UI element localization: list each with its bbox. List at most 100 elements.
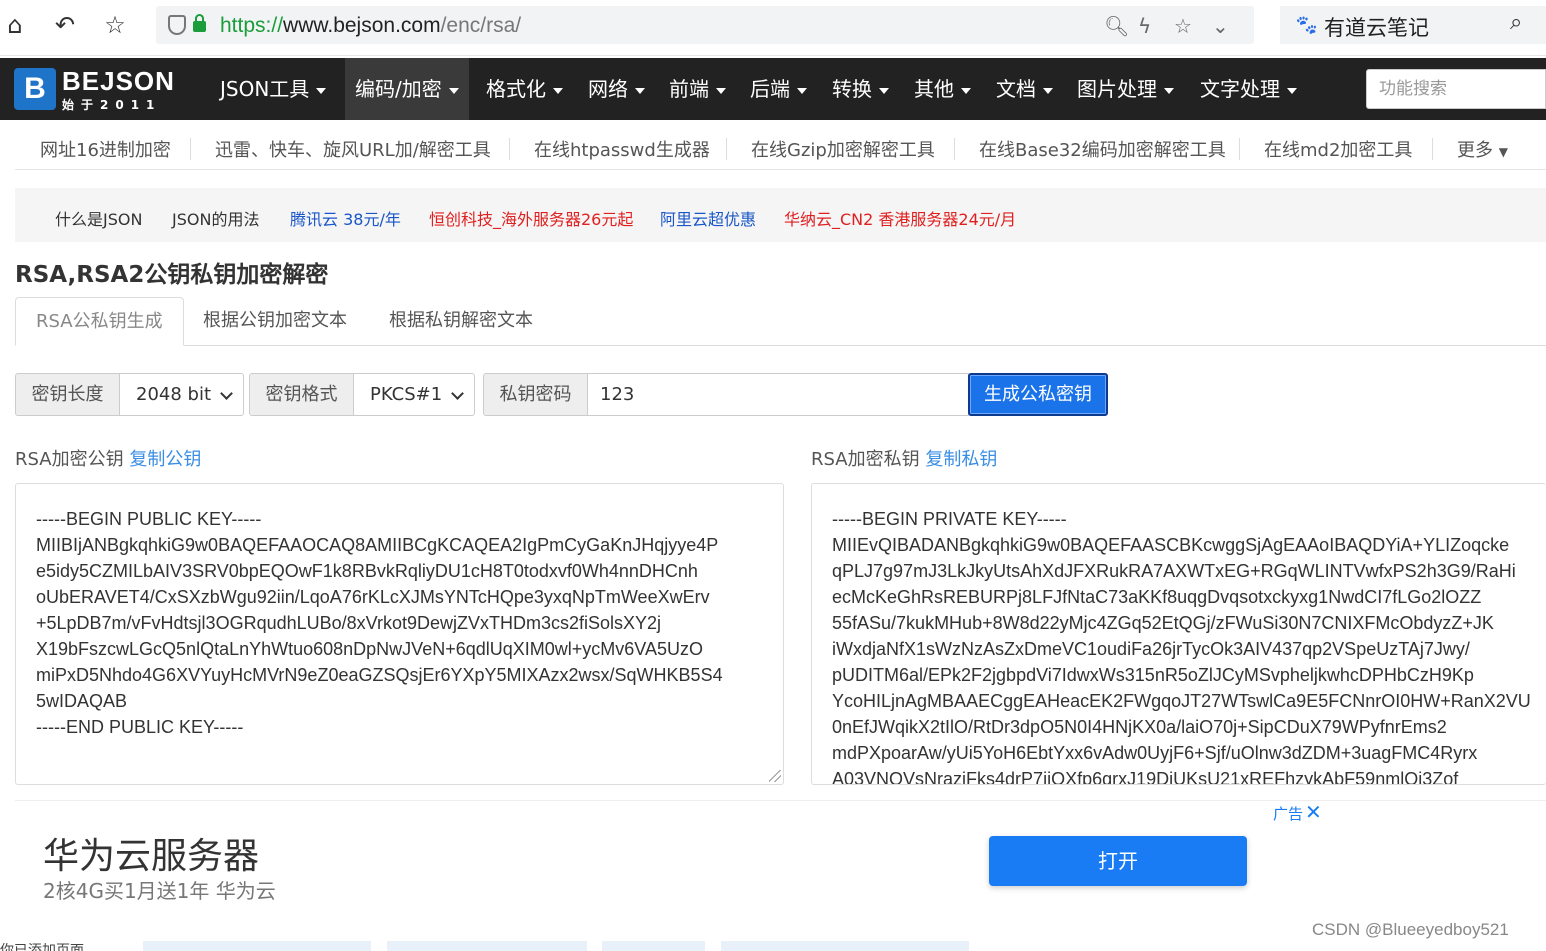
generate-keys-button[interactable]: 生成公私密钥 xyxy=(968,373,1108,416)
key-length-select[interactable]: 2048 bit xyxy=(119,373,244,416)
strip-link-hengchuang[interactable]: 恒创科技_海外服务器26元起 xyxy=(429,206,633,230)
nav-frontend[interactable]: 前端 xyxy=(659,58,736,120)
address-bar[interactable]: https://www.bejson.com/enc/rsa/ 🔍︎ ϟ ☆ ⌄ xyxy=(156,6,1254,44)
subnav-item[interactable]: 在线Base32编码加密解密工具 xyxy=(979,136,1226,162)
ad-tag: 广告 xyxy=(1273,805,1304,823)
ad-banner[interactable]: 华为云服务器 2核4G买1月送1年 华为云 打开 广告 ✕ xyxy=(15,800,1546,922)
key-format-value: PKCS#1 xyxy=(370,384,443,405)
key-line: 5wIDAQAB xyxy=(36,691,128,711)
nav-docs[interactable]: 文档 xyxy=(986,58,1063,120)
key-line: miPxD5Nhdo4G6XVYuyHcMVrN9eZ0eaGZSQsjEr6Y… xyxy=(36,665,723,685)
lightning-icon[interactable]: ϟ xyxy=(1138,14,1151,38)
strip-link-what-is-json[interactable]: 什么是JSON xyxy=(55,206,142,230)
strip-link-huana-cloud[interactable]: 华纳云_CN2 香港服务器24元/月 xyxy=(784,206,1016,230)
site-header: B BEJSON 始于2011 JSON工具 编码/加密 格式化 网络 前端 后… xyxy=(0,58,1546,120)
nav-label: 转换 xyxy=(832,77,872,101)
chevron-down-icon[interactable]: ⌄ xyxy=(1212,14,1229,38)
nav-format[interactable]: 格式化 xyxy=(476,58,573,120)
private-key-label: RSA加密私钥 xyxy=(811,449,920,470)
key-line: 55fASu/7kukMHub+8W8d22yMjc4ZGq52EtQGj/zF… xyxy=(832,613,1494,633)
caret-down-icon xyxy=(879,87,889,94)
nav-image[interactable]: 图片处理 xyxy=(1067,58,1184,120)
bottom-tag[interactable] xyxy=(602,941,705,951)
logo-name[interactable]: BEJSON xyxy=(62,66,175,97)
caret-down-icon xyxy=(716,87,726,94)
key-line: MIIEvQIBADANBgkqhkiG9w0BAQEFAASCBKcwggSj… xyxy=(832,535,1510,555)
divider xyxy=(726,138,727,160)
bottom-tag[interactable] xyxy=(721,941,969,951)
key-line: e5idy5CZMILbAIV3SRV0bpEQOwF1k8RBvkRqliyD… xyxy=(36,561,698,581)
link-strip: 什么是JSON JSON的用法 腾讯云 38元/年 恒创科技_海外服务器26元起… xyxy=(15,188,1546,242)
nav-convert[interactable]: 转换 xyxy=(822,58,899,120)
caret-down-icon xyxy=(1164,87,1174,94)
tab-rsa-keygen[interactable]: RSA公私钥生成 xyxy=(15,297,184,346)
extension-label: 有道云笔记 xyxy=(1324,16,1429,40)
back-icon[interactable]: ↶ xyxy=(50,10,80,40)
chevron-down-icon xyxy=(451,387,464,400)
key-format-select[interactable]: PKCS#1 xyxy=(353,373,475,416)
subnav-item[interactable]: 迅雷、快车、旋风URL加/解密工具 xyxy=(215,136,491,162)
subnav-item[interactable]: 在线Gzip加密解密工具 xyxy=(751,136,935,162)
key-line: 0nEfJWqikX2tIlO/RtDr3dpO5N0I4HNjKX0a/lai… xyxy=(832,717,1447,737)
copy-public-key-link[interactable]: 复制公钥 xyxy=(129,449,201,470)
bookmark-star-icon[interactable]: ☆ xyxy=(1174,14,1192,38)
paw-icon: 🐾︎ xyxy=(1294,13,1320,37)
nav-label: 网络 xyxy=(588,77,628,101)
watermark: CSDN @Blueeyedboy521 xyxy=(1312,920,1509,939)
key-length-label: 密钥长度 xyxy=(15,373,120,416)
favorite-star-icon[interactable]: ☆ xyxy=(100,10,130,40)
nav-label: 前端 xyxy=(669,77,709,101)
key-line: +5LpDB7m/vFvHdtsjl3OGRqudhLUBo/8xVrkot9D… xyxy=(36,613,662,633)
strip-link-aliyun[interactable]: 阿里云超优惠 xyxy=(660,206,756,230)
subnav-item[interactable]: 在线md2加密工具 xyxy=(1264,136,1412,162)
private-key-textarea[interactable]: -----BEGIN PRIVATE KEY----- MIIEvQIBADAN… xyxy=(811,483,1546,785)
shield-icon xyxy=(168,15,186,35)
nav-json-tools[interactable]: JSON工具 xyxy=(210,58,336,120)
caret-down-icon: ▼ xyxy=(1498,145,1508,159)
youdao-note-extension[interactable]: 🐾︎ 有道云笔记 ⌕ xyxy=(1280,6,1546,44)
tab-public-encrypt[interactable]: 根据公钥加密文本 xyxy=(183,297,367,346)
nav-label: 编码/加密 xyxy=(355,77,442,101)
key-line: -----BEGIN PUBLIC KEY----- xyxy=(36,509,262,529)
search-icon[interactable]: ⌕ xyxy=(1510,10,1522,35)
logo-sub: 始于2011 xyxy=(62,98,162,112)
caret-down-icon xyxy=(961,87,971,94)
public-key-textarea[interactable]: -----BEGIN PUBLIC KEY----- MIIBIjANBgkqh… xyxy=(15,483,784,785)
key-line: ecMcKeGhRsREBURPj8LFJfNtaC73aKKf8uqgDvqs… xyxy=(832,587,1482,607)
subnav-item[interactable]: 在线htpasswd生成器 xyxy=(534,136,710,162)
strip-link-json-usage[interactable]: JSON的用法 xyxy=(172,206,259,230)
copy-private-key-link[interactable]: 复制私钥 xyxy=(925,449,997,470)
key-format-label: 密钥格式 xyxy=(249,373,354,416)
subnav-more[interactable]: 更多 ▼ xyxy=(1457,136,1508,162)
nav-label: 格式化 xyxy=(486,77,546,101)
ad-title: 华为云服务器 xyxy=(43,836,260,877)
private-key-password-label: 私钥密码 xyxy=(483,373,588,416)
key-line: MIIBIjANBgkqhkiG9w0BAQEFAAOCAQ8AMIIBCgKC… xyxy=(36,535,719,555)
resize-handle[interactable] xyxy=(769,770,781,782)
function-search-input[interactable]: 功能搜索 xyxy=(1366,69,1546,109)
ad-subtitle: 2核4G买1月送1年 华为云 xyxy=(43,879,276,903)
caret-down-icon xyxy=(448,87,459,94)
key-line: X19bFszcwLGcQ5nlQtaLnYhWtuo608nDpNwJVeN+… xyxy=(36,639,703,659)
url-text: https://www.bejson.com/enc/rsa/ xyxy=(220,14,521,38)
nav-backend[interactable]: 后端 xyxy=(740,58,817,120)
ad-open-button[interactable]: 打开 xyxy=(989,836,1247,886)
tab-private-decrypt[interactable]: 根据私钥解密文本 xyxy=(369,297,553,346)
logo-icon[interactable]: B xyxy=(14,68,56,110)
caret-down-icon xyxy=(635,87,645,94)
nav-other[interactable]: 其他 xyxy=(904,58,981,120)
bottom-tag[interactable] xyxy=(143,941,371,951)
strip-link-tencent-cloud[interactable]: 腾讯云 38元/年 xyxy=(290,206,401,230)
subnav-item[interactable]: 网址16进制加密 xyxy=(40,136,171,162)
nav-text[interactable]: 文字处理 xyxy=(1190,58,1307,120)
key-line: A03VNQVsNrazjFks4drP7jjOXfp6grxJ19DjUKsU… xyxy=(832,769,1459,785)
nav-encode-encrypt[interactable]: 编码/加密 xyxy=(345,58,469,120)
divider xyxy=(954,138,955,160)
key-line: -----BEGIN PRIVATE KEY----- xyxy=(832,509,1067,529)
close-icon[interactable]: ✕ xyxy=(1305,800,1322,824)
bottom-tag[interactable] xyxy=(387,941,587,951)
nav-network[interactable]: 网络 xyxy=(578,58,655,120)
private-key-password-input[interactable]: 123 xyxy=(587,373,969,416)
zoom-icon[interactable]: 🔍︎ xyxy=(1104,14,1129,38)
home-icon[interactable]: ⌂ xyxy=(0,10,30,40)
